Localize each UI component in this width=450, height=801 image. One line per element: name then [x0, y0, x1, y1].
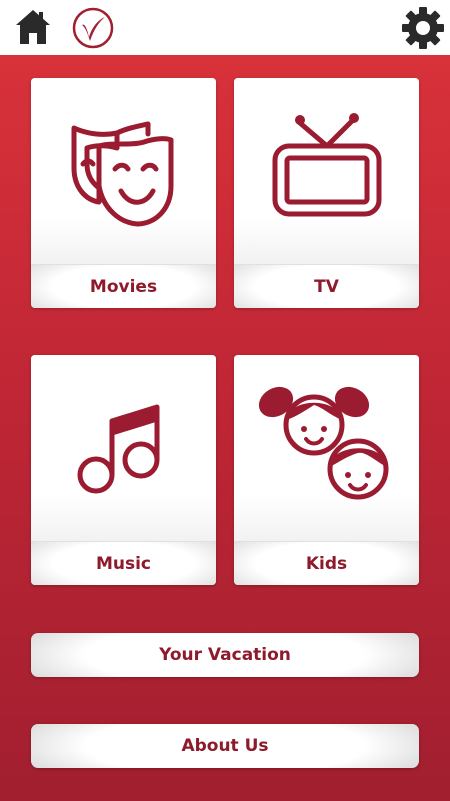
tv-label: TV [234, 264, 419, 308]
movies-label: Movies [31, 264, 216, 308]
home-icon[interactable] [14, 8, 52, 46]
movies-art [31, 78, 216, 264]
kids-tile[interactable]: Kids [234, 355, 419, 585]
tv-tile[interactable]: TV [234, 78, 419, 308]
kids-faces-icon [258, 386, 389, 500]
top-bar [0, 0, 450, 55]
music-art [31, 355, 216, 541]
brand-logo-icon[interactable] [72, 7, 114, 49]
your-vacation-button[interactable]: Your Vacation [31, 633, 419, 677]
music-label: Music [31, 541, 216, 585]
theater-masks-icon [71, 121, 174, 227]
about-us-button[interactable]: About Us [31, 724, 419, 768]
movies-tile[interactable]: Movies [31, 78, 216, 308]
tv-art [234, 78, 419, 264]
television-icon [272, 113, 382, 217]
main-area: Movies TV Music Kids Your Vacation About… [0, 55, 450, 801]
music-tile[interactable]: Music [31, 355, 216, 585]
kids-label: Kids [234, 541, 419, 585]
kids-art [234, 355, 419, 541]
gear-icon[interactable] [401, 6, 445, 50]
music-note-icon [77, 404, 160, 494]
